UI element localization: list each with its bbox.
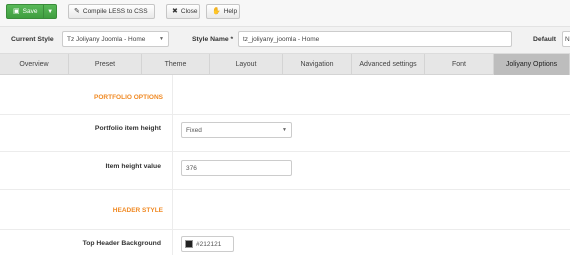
tab-advanced-settings[interactable]: Advanced settings xyxy=(352,54,425,75)
color-swatch[interactable] xyxy=(185,240,193,248)
chevron-down-icon: ▼ xyxy=(282,127,287,133)
close-icon: ✖ xyxy=(172,8,178,15)
save-label: Save xyxy=(22,8,38,15)
tab-bar: Overview Preset Theme Layout Navigation … xyxy=(0,54,570,75)
caret-down-icon: ▼ xyxy=(47,8,54,15)
pencil-icon: ✎ xyxy=(74,8,80,15)
close-button[interactable]: ✖ Close xyxy=(166,4,200,19)
item-height-row: Item height value 376 xyxy=(0,152,570,190)
help-icon: ✋ xyxy=(212,8,221,15)
tab-joliyany-options[interactable]: Joliyany Options xyxy=(494,54,570,75)
toolbar: ▣ Save ▼ ✎ Compile LESS to CSS ✖ Close ✋… xyxy=(0,0,570,27)
item-height-value: 376 xyxy=(186,164,197,172)
default-value: N xyxy=(565,35,570,43)
compile-label: Compile LESS to CSS xyxy=(82,8,148,15)
tab-font[interactable]: Font xyxy=(425,54,494,75)
help-label: Help xyxy=(223,8,238,15)
current-style-label: Current Style xyxy=(11,36,54,43)
close-label: Close xyxy=(180,8,198,15)
style-name-value: tz_joliyany_joomla - Home xyxy=(243,35,320,43)
portfolio-height-label: Portfolio item height xyxy=(94,125,161,132)
item-height-label: Item height value xyxy=(105,163,161,170)
current-style-select[interactable]: Tz Joliyany Joomla - Home ▼ xyxy=(62,31,169,47)
save-button[interactable]: ▣ Save ▼ xyxy=(6,4,57,19)
tab-navigation[interactable]: Navigation xyxy=(283,54,352,75)
top-header-bg-color-picker[interactable]: #212121 xyxy=(181,236,234,252)
default-select[interactable]: N xyxy=(562,31,570,47)
top-header-bg-row: Top Header Background #212121 xyxy=(0,230,570,255)
portfolio-height-select[interactable]: Fixed ▼ xyxy=(181,122,292,138)
style-name-label: Style Name * xyxy=(192,36,234,43)
header-section-row: HEADER STYLE xyxy=(0,190,570,230)
default-label: Default xyxy=(533,36,557,43)
portfolio-height-row: Portfolio item height Fixed ▼ xyxy=(0,115,570,152)
save-icon: ▣ xyxy=(13,8,20,15)
tab-preset[interactable]: Preset xyxy=(69,54,142,75)
top-header-bg-label: Top Header Background xyxy=(82,240,161,247)
portfolio-options-heading: PORTFOLIO OPTIONS xyxy=(94,94,163,101)
style-bar: Current Style Tz Joliyany Joomla - Home … xyxy=(0,27,570,54)
portfolio-section-row: PORTFOLIO OPTIONS xyxy=(0,75,570,115)
tab-overview[interactable]: Overview xyxy=(0,54,69,75)
save-dropdown-toggle[interactable]: ▼ xyxy=(44,5,56,18)
chevron-down-icon: ▼ xyxy=(159,36,164,42)
compile-less-button[interactable]: ✎ Compile LESS to CSS xyxy=(68,4,155,19)
portfolio-height-value: Fixed xyxy=(186,126,202,134)
tab-layout[interactable]: Layout xyxy=(210,54,283,75)
tab-theme[interactable]: Theme xyxy=(142,54,210,75)
item-height-input[interactable]: 376 xyxy=(181,160,292,176)
help-button[interactable]: ✋ Help xyxy=(206,4,240,19)
header-style-heading: HEADER STYLE xyxy=(112,207,163,214)
top-header-bg-value: #212121 xyxy=(196,240,222,248)
save-main[interactable]: ▣ Save xyxy=(7,5,45,18)
current-style-value: Tz Joliyany Joomla - Home xyxy=(67,35,146,43)
style-name-input[interactable]: tz_joliyany_joomla - Home xyxy=(238,31,512,47)
